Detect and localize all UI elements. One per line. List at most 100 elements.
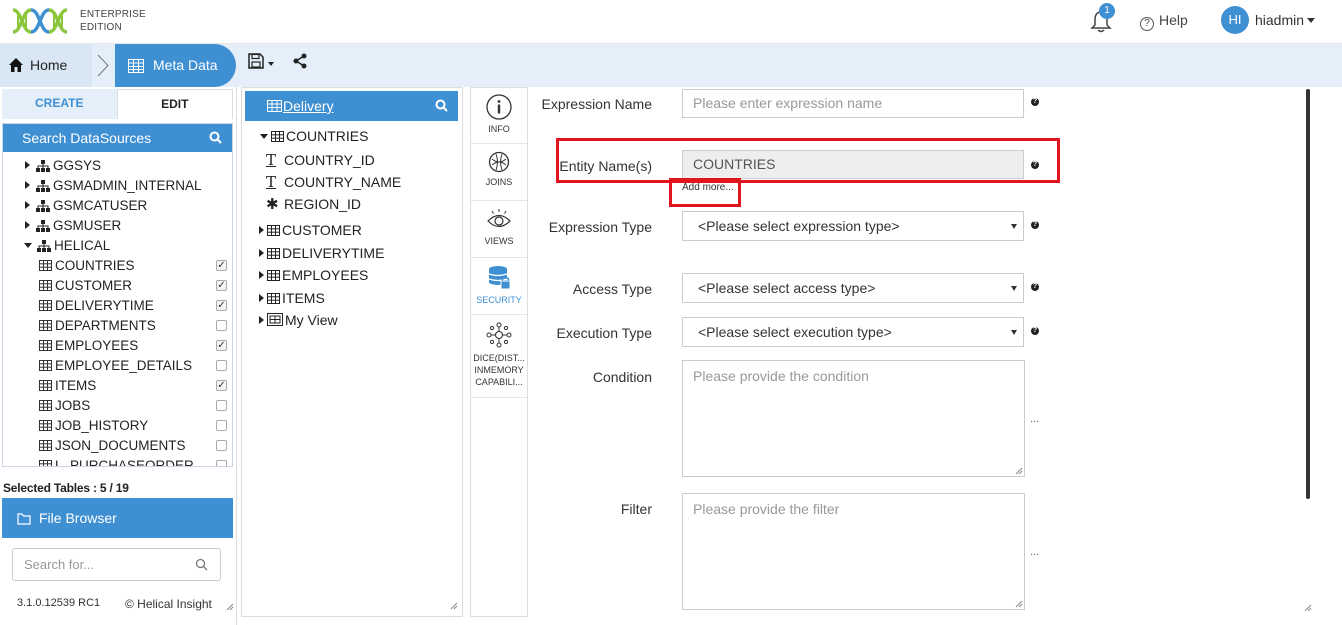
- meta-column-node[interactable]: T COUNTRY_ID: [266, 151, 375, 169]
- table-checkbox[interactable]: ✓: [216, 280, 227, 291]
- meta-table-node[interactable]: CUSTOMER: [259, 222, 362, 238]
- metadata-header[interactable]: Delivery: [245, 91, 458, 121]
- meta-table-label: EMPLOYEES: [282, 267, 369, 283]
- condition-textarea[interactable]: Please provide the condition: [682, 360, 1025, 477]
- breadcrumb-home[interactable]: Home: [0, 44, 92, 87]
- expression-type-select[interactable]: <Please select expression type>: [682, 211, 1024, 241]
- execution-type-select[interactable]: <Please select execution type>: [682, 317, 1024, 347]
- table-label: DEPARTMENTS: [55, 318, 156, 333]
- caret-right-icon[interactable]: [25, 221, 30, 229]
- help-icon[interactable]: ?: [1031, 327, 1039, 335]
- resize-grip-icon[interactable]: [450, 602, 458, 610]
- meta-table-node[interactable]: DELIVERYTIME: [259, 245, 384, 261]
- meta-table-node[interactable]: COUNTRIES: [260, 128, 368, 144]
- filter-textarea[interactable]: Please provide the filter: [682, 493, 1025, 610]
- top-header: ENTERPRISE EDITION 1 ? Help HI hiadmin: [0, 0, 1342, 44]
- table-checkbox[interactable]: ✓: [216, 380, 227, 391]
- database-lock-icon: [488, 266, 511, 290]
- resize-grip-icon[interactable]: [1304, 604, 1312, 612]
- table-node[interactable]: EMPLOYEES ✓: [3, 336, 232, 356]
- table-checkbox[interactable]: [216, 460, 227, 466]
- caret-right-icon[interactable]: [259, 248, 264, 257]
- help-icon[interactable]: ?: [1031, 221, 1039, 229]
- expression-name-input[interactable]: Please enter expression name: [682, 89, 1024, 118]
- table-node[interactable]: DEPARTMENTS: [3, 316, 232, 336]
- search-input[interactable]: Search for...: [12, 548, 221, 581]
- meta-column-node[interactable]: ✱ REGION_ID: [266, 195, 361, 213]
- table-node[interactable]: ITEMS ✓: [3, 376, 232, 396]
- breadcrumb-meta-data[interactable]: Meta Data: [115, 44, 236, 87]
- schema-label: GSMUSER: [53, 218, 122, 233]
- caret-right-icon[interactable]: [259, 271, 264, 279]
- schema-node[interactable]: GSMCATUSER: [3, 196, 232, 216]
- tab-edit[interactable]: EDIT: [116, 89, 233, 119]
- user-menu[interactable]: hiadmin: [1255, 12, 1316, 28]
- table-node[interactable]: JOB_HISTORY: [3, 416, 232, 436]
- table-checkbox[interactable]: [216, 400, 227, 411]
- meta-view-node[interactable]: My View: [259, 312, 338, 328]
- share-icon[interactable]: [292, 53, 308, 69]
- table-checkbox[interactable]: [216, 320, 227, 331]
- caret-right-icon[interactable]: [25, 201, 30, 209]
- table-checkbox[interactable]: [216, 440, 227, 451]
- file-browser-button[interactable]: File Browser: [2, 498, 233, 538]
- table-checkbox[interactable]: ✓: [216, 340, 227, 351]
- caret-down-icon[interactable]: [260, 134, 268, 139]
- resize-grip-icon[interactable]: [226, 603, 234, 611]
- meta-column-label: COUNTRY_ID: [284, 152, 375, 168]
- save-icon: [248, 53, 264, 69]
- access-type-value: <Please select access type>: [698, 280, 876, 296]
- meta-column-node[interactable]: T COUNTRY_NAME: [266, 173, 401, 191]
- datasource-header[interactable]: Search DataSources: [3, 124, 232, 152]
- condition-more-icon[interactable]: ...: [1030, 413, 1039, 425]
- form-scrollbar[interactable]: [1306, 89, 1310, 499]
- schema-node[interactable]: GSMADMIN_INTERNAL: [3, 176, 232, 196]
- resize-grip-icon[interactable]: [1015, 600, 1023, 608]
- table-node[interactable]: COUNTRIES ✓: [3, 256, 232, 276]
- strip-views-label: VIEWS: [484, 236, 514, 246]
- avatar[interactable]: HI: [1221, 6, 1249, 34]
- table-checkbox[interactable]: [216, 360, 227, 371]
- execution-type-label: Execution Type: [556, 325, 652, 341]
- caret-right-icon[interactable]: [25, 161, 30, 169]
- tab-create[interactable]: CREATE: [2, 89, 117, 119]
- caret-right-icon[interactable]: [259, 226, 264, 234]
- schema-node[interactable]: GSMUSER: [3, 216, 232, 236]
- access-type-select[interactable]: <Please select access type>: [682, 273, 1024, 303]
- filter-more-icon[interactable]: ...: [1030, 546, 1039, 558]
- table-node[interactable]: JOBS: [3, 396, 232, 416]
- expression-type-value: <Please select expression type>: [698, 218, 900, 234]
- meta-table-label: ITEMS: [282, 289, 325, 306]
- table-node[interactable]: EMPLOYEE_DETAILS: [3, 356, 232, 376]
- caret-right-icon[interactable]: [25, 181, 30, 189]
- help-button[interactable]: ? Help: [1140, 12, 1188, 31]
- table-checkbox[interactable]: ✓: [216, 300, 227, 311]
- table-node[interactable]: JSON_DOCUMENTS: [3, 436, 232, 456]
- schema-node[interactable]: HELICAL: [3, 236, 232, 256]
- meta-table-node[interactable]: ITEMS: [259, 290, 325, 306]
- schema-node[interactable]: GGSYS: [3, 156, 232, 176]
- meta-table-label: DELIVERYTIME: [282, 244, 385, 261]
- caret-down-icon[interactable]: [24, 243, 32, 248]
- table-node[interactable]: CUSTOMER ✓: [3, 276, 232, 296]
- meta-view-label: My View: [285, 312, 338, 328]
- table-checkbox[interactable]: [216, 420, 227, 431]
- table-icon: [39, 360, 52, 371]
- table-node[interactable]: DELIVERYTIME ✓: [3, 296, 232, 316]
- mode-tabs: CREATE EDIT: [2, 89, 233, 119]
- table-icon: [39, 280, 52, 291]
- caret-right-icon[interactable]: [259, 316, 264, 324]
- table-node[interactable]: L_PURCHASEORDER: [3, 456, 232, 466]
- caret-right-icon[interactable]: [259, 293, 264, 302]
- table-label: COUNTRIES: [55, 258, 135, 273]
- help-icon[interactable]: ?: [1031, 283, 1039, 291]
- expression-name-label: Expression Name: [541, 96, 653, 112]
- search-icon[interactable]: [435, 99, 448, 112]
- resize-grip-icon[interactable]: [1015, 467, 1023, 475]
- save-menu-button[interactable]: [248, 53, 275, 74]
- meta-table-node[interactable]: EMPLOYEES: [259, 267, 368, 283]
- security-form: Expression Name Please enter expression …: [528, 87, 1314, 617]
- help-icon[interactable]: ?: [1031, 98, 1039, 106]
- search-icon[interactable]: [209, 131, 222, 144]
- table-checkbox[interactable]: ✓: [216, 260, 227, 271]
